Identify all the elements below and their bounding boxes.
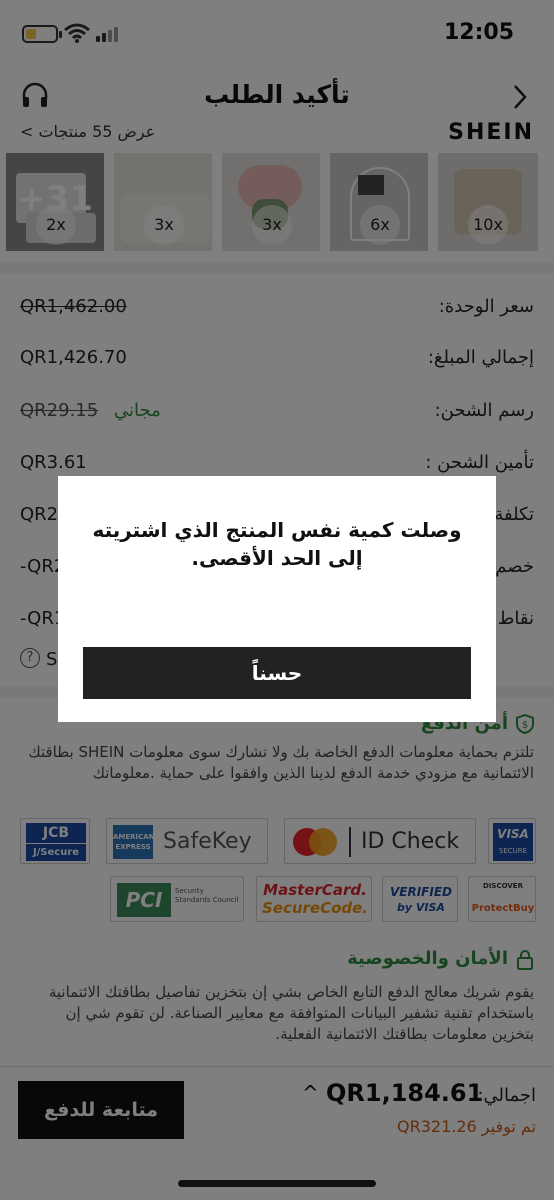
ok-button[interactable]: حسناً: [83, 647, 471, 699]
max-quantity-dialog: وصلت كمية نفس المنتج الذي اشتريته إلى ال…: [58, 476, 496, 722]
home-indicator[interactable]: [178, 1180, 376, 1187]
dialog-message: وصلت كمية نفس المنتج الذي اشتريته إلى ال…: [92, 518, 462, 570]
